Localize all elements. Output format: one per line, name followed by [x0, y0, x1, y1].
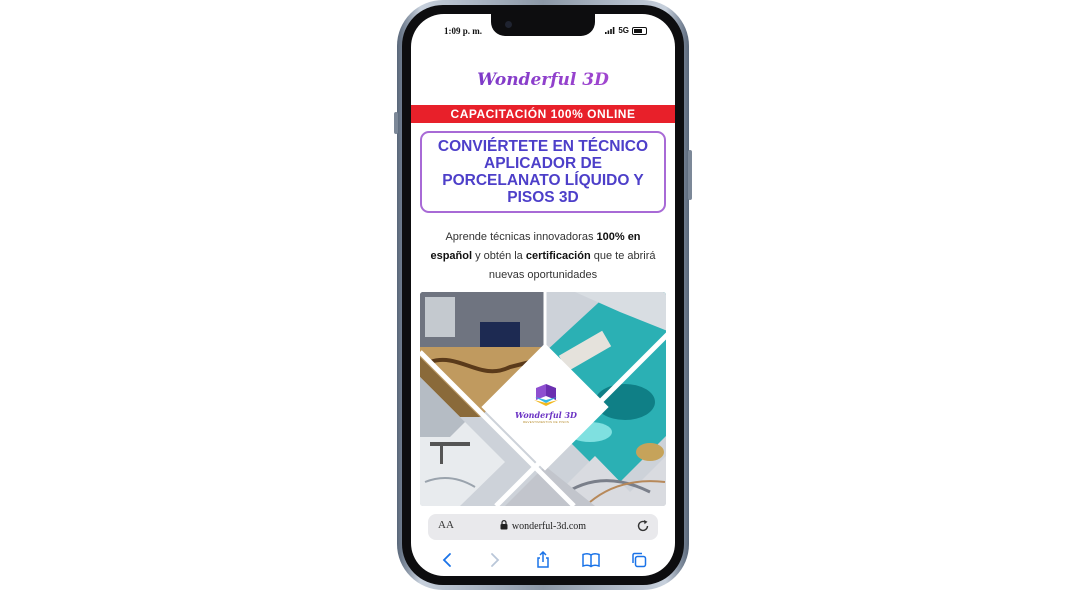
forward-button[interactable]	[485, 550, 505, 570]
back-icon	[442, 553, 451, 567]
intro-text: Aprende técnicas innovadoras 100% en esp…	[425, 228, 661, 285]
status-time: 1:09 p. m.	[444, 26, 482, 36]
url-text: wonderful-3d.com	[511, 521, 587, 532]
share-icon	[537, 551, 549, 568]
hero-logo-text: Wonderful 3D	[515, 410, 577, 420]
camera	[505, 21, 512, 28]
bookmarks-button[interactable]	[581, 550, 601, 570]
signal-icon	[605, 27, 615, 34]
share-button[interactable]	[533, 550, 553, 570]
intro-text-part: Aprende técnicas innovadoras	[445, 231, 597, 243]
browser-toolbar	[411, 548, 675, 572]
tabs-button[interactable]	[629, 550, 649, 570]
reload-icon[interactable]	[636, 519, 650, 533]
notch	[491, 14, 595, 36]
side-button	[394, 112, 398, 134]
intro-text-bold: certificación	[525, 250, 591, 262]
bookmarks-icon	[582, 553, 600, 568]
network-label: 5G	[618, 26, 629, 35]
url-display[interactable]: wonderful-3d.com	[428, 520, 658, 532]
headline-box: CONVIÉRTETE EN TÉCNICO APLICADOR DE PORC…	[420, 131, 666, 213]
address-bar[interactable]: AA wonderful-3d.com	[428, 514, 658, 540]
status-icons: 5G	[605, 26, 647, 35]
back-button[interactable]	[437, 550, 457, 570]
page-headline: CONVIÉRTETE EN TÉCNICO APLICADOR DE PORC…	[437, 138, 649, 206]
intro-text-part: y obtén la	[472, 250, 526, 262]
side-button	[688, 150, 692, 200]
book-logo-icon	[534, 384, 558, 406]
forward-icon	[491, 553, 500, 567]
tabs-icon	[632, 552, 647, 568]
promo-banner: CAPACITACIÓN 100% ONLINE	[411, 105, 675, 123]
hero-logo-tagline: REVESTIMIENTOS DE PISOS	[522, 420, 570, 424]
battery-icon	[632, 26, 647, 35]
hero-logo: Wonderful 3D REVESTIMIENTOS DE PISOS	[506, 382, 586, 424]
hero-image: Wonderful 3D REVESTIMIENTOS DE PISOS	[420, 292, 666, 506]
phone-frame: 1:09 p. m. 5G Wonderful 3D CAPACITACIÓN …	[394, 0, 692, 590]
phone-screen: 1:09 p. m. 5G Wonderful 3D CAPACITACIÓN …	[411, 14, 675, 576]
lock-icon	[500, 520, 508, 530]
brand-logo[interactable]: Wonderful 3D	[411, 70, 675, 90]
phone-bezel: 1:09 p. m. 5G Wonderful 3D CAPACITACIÓN …	[402, 5, 684, 585]
